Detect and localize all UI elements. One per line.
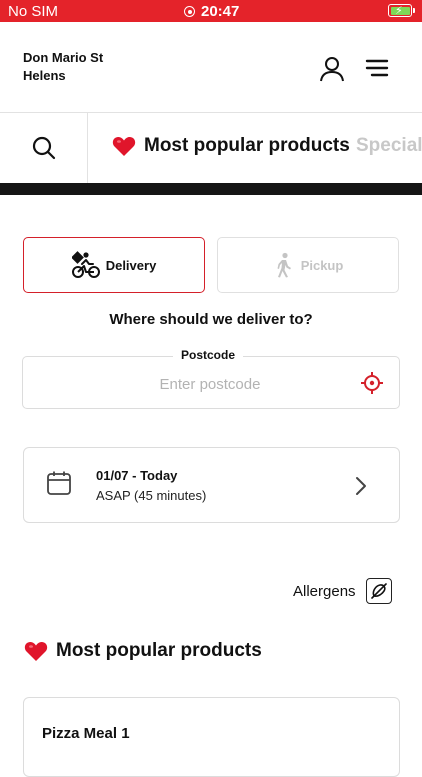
- tab-most-popular[interactable]: Most popular products: [112, 135, 350, 157]
- delivery-option-button[interactable]: Delivery: [23, 237, 205, 293]
- user-icon: [320, 57, 344, 82]
- category-tabs[interactable]: Most popular products Specials: [88, 113, 422, 183]
- chevron-right-icon: [356, 477, 366, 495]
- section-title: Most popular products: [24, 640, 262, 662]
- battery-icon: ⚡: [388, 4, 415, 17]
- allergen-icon: [365, 578, 392, 604]
- delivery-bike-icon: [71, 251, 100, 278]
- delivery-question: Where should we deliver to?: [109, 311, 313, 328]
- tab-specials[interactable]: Specials: [356, 135, 422, 157]
- postcode-input[interactable]: [63, 369, 357, 399]
- calendar-icon: [47, 471, 71, 495]
- pickup-label: Pickup: [300, 257, 344, 273]
- delivery-date: 01/07 - Today: [96, 468, 178, 483]
- locate-me-button[interactable]: [360, 371, 384, 395]
- product-name: Pizza Meal 1: [42, 725, 130, 742]
- crosshair-icon: [361, 372, 383, 394]
- tab-label: Specials: [356, 135, 422, 156]
- clock: 20:47: [184, 3, 239, 20]
- status-bar: No SIM 20:47 ⚡: [0, 0, 422, 22]
- postcode-field[interactable]: Postcode: [22, 348, 400, 409]
- allergens-link[interactable]: Allergens: [293, 578, 392, 604]
- divider-bar: [0, 183, 422, 195]
- screen-record-icon: [184, 6, 195, 17]
- carrier-label: No SIM: [8, 3, 59, 20]
- section-title-label: Most popular products: [56, 640, 262, 661]
- hamburger-menu-icon: [365, 59, 389, 77]
- menu-button[interactable]: [364, 57, 390, 79]
- allergens-label: Allergens: [293, 582, 356, 600]
- delivery-time: ASAP (45 minutes): [96, 488, 207, 503]
- tab-label: Most popular products: [144, 135, 350, 156]
- walking-person-icon: [277, 252, 291, 278]
- account-button[interactable]: [318, 55, 346, 83]
- postcode-label: Postcode: [173, 348, 244, 362]
- category-bar: Most popular products Specials: [0, 113, 422, 183]
- heart-icon: [24, 641, 48, 661]
- delivery-label: Delivery: [105, 257, 157, 273]
- clock-time: 20:47: [201, 3, 240, 20]
- app-header: Don Mario St Helens: [0, 22, 422, 113]
- search-icon: [32, 136, 55, 160]
- search-button[interactable]: [0, 113, 88, 183]
- store-name[interactable]: Don Mario St Helens: [23, 49, 133, 85]
- heart-icon: [112, 136, 136, 156]
- pickup-option-button[interactable]: Pickup: [217, 237, 399, 293]
- product-card[interactable]: Pizza Meal 1: [23, 697, 400, 777]
- delivery-time-selector[interactable]: 01/07 - Today ASAP (45 minutes): [23, 447, 400, 523]
